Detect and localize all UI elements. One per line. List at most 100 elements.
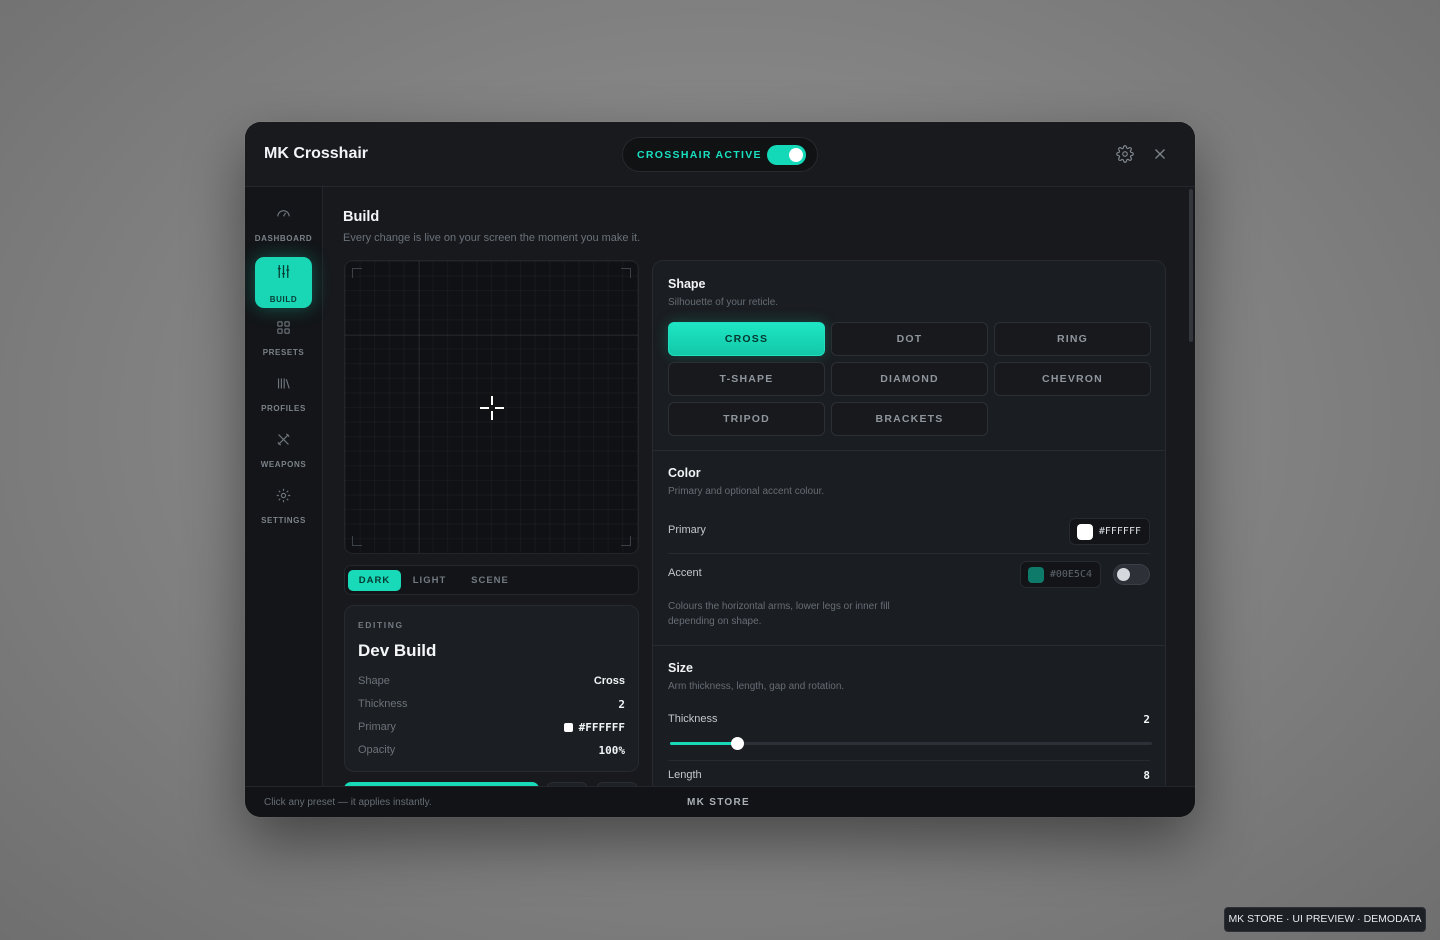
color-note: Colours the horizontal arms, lower legs … <box>668 601 890 627</box>
summary-row: Primary #FFFFFF <box>358 721 625 737</box>
sidebar-item-settings[interactable]: SETTINGS <box>255 481 312 532</box>
accent-color-label: Accent <box>668 567 702 579</box>
shape-option-tripod[interactable]: TRIPOD <box>668 402 825 436</box>
gear-icon[interactable] <box>1116 145 1134 163</box>
summary-row: Opacity 100% <box>358 744 625 760</box>
crosshair-preview <box>344 260 639 554</box>
accent-color-swatch <box>1027 567 1044 583</box>
sidebar-item-dashboard[interactable]: DASHBOARD <box>255 199 312 250</box>
shape-option-brackets[interactable]: BRACKETS <box>831 402 988 436</box>
shape-option-dot[interactable]: DOT <box>831 322 988 356</box>
accent-color-row: Accent #00E5C4 <box>668 553 1150 597</box>
footer: Click any preset — it applies instantly.… <box>245 786 1195 817</box>
summary-kicker: EDITING <box>358 620 404 630</box>
length-value: 8 <box>1143 769 1150 782</box>
page-title: Build <box>343 209 380 225</box>
summary-key: Opacity <box>358 744 396 756</box>
summary-row: Thickness 2 <box>358 698 625 714</box>
tab-dark[interactable]: DARK <box>348 570 401 591</box>
app-window: MK Crosshair CROSSHAIR ACTIVE DASHBOARD … <box>245 122 1195 817</box>
shape-section: Shape Silhouette of your reticle. CROSS … <box>653 261 1165 451</box>
section-title: Shape <box>668 277 706 291</box>
preview-watermark: MK STORE · UI PREVIEW · DEMODATA <box>1224 907 1426 932</box>
section-title: Size <box>668 661 694 675</box>
slider-thumb[interactable] <box>731 737 745 750</box>
toggle-knob <box>789 148 803 162</box>
primary-color-picker[interactable]: #FFFFFF <box>1068 518 1150 545</box>
primary-color-hex: #FFFFFF <box>1098 526 1141 537</box>
sidebar-item-weapons[interactable]: WEAPONS <box>255 425 312 476</box>
summary-value: #FFFFFF <box>563 721 625 734</box>
slider-fill <box>670 742 738 745</box>
settings-panel: Shape Silhouette of your reticle. CROSS … <box>652 260 1166 786</box>
app-title: MK Crosshair <box>264 145 369 162</box>
summary-title: Dev Build <box>358 641 437 660</box>
sidebar-item-label: WEAPONS <box>260 460 307 469</box>
color-section: Color Primary and optional accent colour… <box>653 451 1165 646</box>
tab-scene[interactable]: SCENE <box>460 570 520 591</box>
shape-option-cross[interactable]: CROSS <box>668 322 825 356</box>
sidebar-item-label: SETTINGS <box>261 516 306 525</box>
thickness-value: 2 <box>1143 713 1150 726</box>
main-content: Build Every change is live on your scree… <box>323 187 1195 786</box>
summary-key: Shape <box>358 675 390 687</box>
shape-option-diamond[interactable]: DIAMOND <box>831 362 988 396</box>
sidebar-item-label: PRESETS <box>262 348 305 357</box>
sidebar: DASHBOARD BUILD PRESETS PROFILES WEAPONS… <box>245 187 323 786</box>
length-label: Length <box>668 769 702 781</box>
toggle-knob <box>1117 568 1130 581</box>
preview-corner <box>352 268 362 278</box>
crossed-swords-icon <box>277 433 290 446</box>
preview-corner <box>621 268 631 278</box>
primary-color-swatch <box>1076 524 1093 540</box>
crosshair-reticle <box>480 396 504 420</box>
summary-value: Cross <box>593 675 625 687</box>
sliders-icon <box>277 265 290 278</box>
shape-option-ring[interactable]: RING <box>994 322 1151 356</box>
preview-background-tabs: DARK LIGHT SCENE <box>344 565 639 595</box>
section-subtitle: Silhouette of your reticle. <box>668 297 779 308</box>
sidebar-item-label: DASHBOARD <box>254 234 313 243</box>
sidebar-item-label: BUILD <box>269 295 298 304</box>
summary-key: Thickness <box>358 698 408 710</box>
tab-light[interactable]: LIGHT <box>403 570 456 591</box>
size-section: Size Arm thickness, length, gap and rota… <box>653 646 1165 786</box>
primary-color-row: Primary #FFFFFF <box>668 510 1150 554</box>
summary-key: Primary <box>358 721 396 733</box>
thickness-label: Thickness <box>668 713 718 725</box>
section-subtitle: Primary and optional accent colour. <box>668 486 825 497</box>
close-icon[interactable] <box>1151 145 1169 163</box>
grid-icon <box>277 321 290 334</box>
preview-corner <box>352 536 362 546</box>
summary-row: Shape Cross <box>358 675 625 691</box>
page-subtitle: Every change is live on your screen the … <box>343 232 641 244</box>
section-subtitle: Arm thickness, length, gap and rotation. <box>668 681 845 692</box>
sidebar-item-label: PROFILES <box>261 404 306 413</box>
footer-brand: MK STORE <box>687 797 750 808</box>
preview-guide-horizontal <box>345 335 638 336</box>
sidebar-item-presets[interactable]: PRESETS <box>255 313 312 364</box>
accent-color-hex: #00E5C4 <box>1049 569 1092 580</box>
accent-toggle[interactable] <box>1113 564 1150 585</box>
primary-color-swatch <box>563 723 573 732</box>
sidebar-item-profiles[interactable]: PROFILES <box>255 369 312 420</box>
gear-icon <box>276 488 291 503</box>
summary-value-text: #FFFFFF <box>578 721 625 734</box>
accent-color-picker[interactable]: #00E5C4 <box>1019 561 1101 588</box>
crosshair-active-pill: CROSSHAIR ACTIVE <box>622 137 818 172</box>
build-summary-card: EDITING Dev Build Shape Cross Thickness … <box>344 605 639 772</box>
summary-value: 100% <box>598 744 626 757</box>
thickness-slider[interactable] <box>670 737 1152 750</box>
footer-hint: Click any preset — it applies instantly. <box>264 797 432 808</box>
shape-option-chevron[interactable]: CHEVRON <box>994 362 1151 396</box>
scrollbar[interactable] <box>1189 189 1193 342</box>
title-bar: MK Crosshair CROSSHAIR ACTIVE <box>245 122 1195 187</box>
crosshair-active-toggle[interactable] <box>767 145 806 165</box>
shape-option-t-shape[interactable]: T-SHAPE <box>668 362 825 396</box>
row-divider <box>668 760 1150 761</box>
preview-corner <box>621 536 631 546</box>
summary-value: 2 <box>618 698 625 711</box>
library-icon <box>277 378 290 389</box>
sidebar-item-build[interactable]: BUILD <box>255 257 312 308</box>
primary-color-label: Primary <box>668 524 706 536</box>
